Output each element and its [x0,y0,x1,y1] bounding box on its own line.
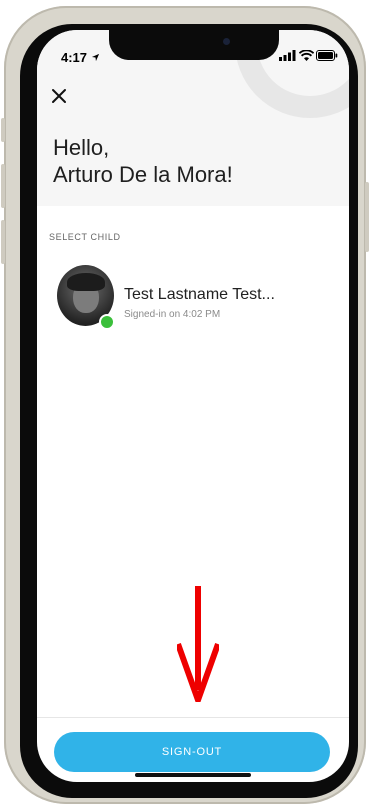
silent-switch [1,118,5,142]
down-arrow-icon [177,586,219,702]
volume-down-button [1,220,5,264]
greeting-heading: Hello, Arturo De la Mora! [53,134,233,188]
app-screen: 4:17 Hello, Arturo De la Mora! SELECT CH… [37,30,349,782]
sign-out-button[interactable]: SIGN-OUT [54,732,330,772]
front-camera [223,38,230,45]
greeting-line-2: Arturo De la Mora! [53,162,233,187]
close-button[interactable] [47,84,71,108]
status-indicators [279,50,338,62]
status-time-text: 4:17 [61,50,88,65]
battery-icon [316,50,338,61]
close-icon [52,89,66,103]
online-status-dot [99,314,115,330]
notch [109,30,279,60]
wifi-icon [299,50,314,61]
child-signin-status: Signed-in on 4:02 PM [124,309,221,320]
select-child-label: SELECT CHILD [49,232,121,242]
greeting-line-1: Hello, [53,135,110,160]
child-list-item[interactable]: Test Lastname Test... Signed-in on 4:02 … [51,262,341,330]
home-indicator[interactable] [135,773,251,777]
location-arrow-icon [91,53,99,62]
child-name: Test Lastname Test... [124,286,275,303]
footer-divider [37,717,349,718]
status-time: 4:17 [61,50,100,65]
power-button [365,182,369,252]
avatar-hair [67,273,105,291]
volume-up-button [1,164,5,208]
signal-icon [279,50,296,61]
